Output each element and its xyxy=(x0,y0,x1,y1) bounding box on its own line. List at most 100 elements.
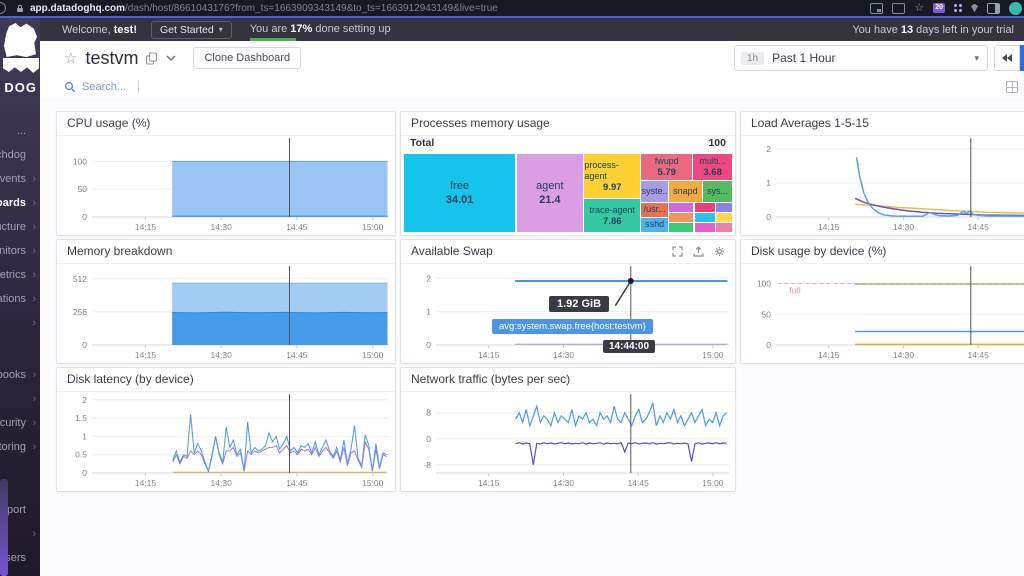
treemap-block-sshd[interactable]: sshd xyxy=(641,217,668,232)
treemap-block-usr[interactable]: /usr... xyxy=(641,202,668,217)
layout-grid-icon[interactable] xyxy=(1006,81,1018,93)
dashboard-grid: CPU usage (%) 0 50 100 14:15 14:30 14:45 15:00… xyxy=(40,98,1024,576)
disk-latency-chart[interactable]: 0 0.5 1 1.5 2 14:15 14:30 14:45 15:00 xyxy=(58,392,394,490)
datadog-logo-icon[interactable] xyxy=(4,23,37,57)
browser-address-bar[interactable]: app.datadoghq.com/dash/host/8661043176?f… xyxy=(0,0,1024,16)
treemap-block-fwupd[interactable]: fwupd 5.79 xyxy=(641,154,692,180)
search-icon xyxy=(64,81,76,93)
pin-extension-icon[interactable] xyxy=(971,3,978,13)
clone-dashboard-button[interactable]: Clone Dashboard xyxy=(193,47,302,69)
load-averages-chart[interactable]: 01214:1514:3014:4515:00 xyxy=(742,136,1024,234)
sidebar-item-metrics[interactable]: Metrics› xyxy=(0,263,40,287)
svg-text:15:00: 15:00 xyxy=(702,478,724,488)
treemap-block[interactable] xyxy=(716,222,732,232)
extension-icon[interactable] xyxy=(954,4,962,12)
network-traffic-chart[interactable]: -8 0 8 14:15 14:30 14:45 15:00 xyxy=(402,392,734,490)
swap-canvas: 0 1 2 14:15 14:30 15:00 xyxy=(426,266,729,360)
gear-icon[interactable] xyxy=(714,246,725,257)
sidebar-item-integrations[interactable]: Integrations› xyxy=(0,287,40,311)
card-network-traffic: Network traffic (bytes per sec) -8 0 8 14:1… xyxy=(400,367,736,492)
export-icon[interactable] xyxy=(693,246,704,257)
pip-icon[interactable] xyxy=(870,2,884,14)
cpu-canvas: 0 50 100 14:15 14:30 14:45 15:00 xyxy=(73,138,389,232)
chevron-right-icon: › xyxy=(32,441,36,453)
sidebar-scrollbar[interactable] xyxy=(0,479,8,576)
url-text[interactable]: app.datadoghq.com/dash/host/8661043176?f… xyxy=(30,3,498,14)
chevron-down-icon[interactable] xyxy=(165,53,177,63)
treemap-block[interactable] xyxy=(694,222,715,232)
sidebar-item-security[interactable]: Security› xyxy=(0,411,40,435)
share-icon[interactable] xyxy=(892,2,906,14)
sidebar-item-apm[interactable]: APM› xyxy=(0,311,40,335)
disk_latency-canvas: 0 0.5 1 1.5 2 14:15 14:30 14:45 15:00 xyxy=(75,394,389,488)
sidebar-item--[interactable]: ... xyxy=(0,119,40,143)
search-input[interactable]: Search... xyxy=(82,81,126,93)
treemap-block-multi[interactable]: multi... 3.68 xyxy=(693,154,732,180)
treemap-block-syste[interactable]: syste.. xyxy=(641,180,668,202)
screen: app.datadoghq.com/dash/host/8661043176?f… xyxy=(0,0,1024,576)
treemap-block[interactable] xyxy=(694,212,715,222)
svg-text:2: 2 xyxy=(766,144,771,154)
time-range-selector[interactable]: 1h Past 1 Hour ▾ xyxy=(734,45,988,71)
bookmark-star-icon[interactable]: ☆ xyxy=(914,3,924,14)
treemap-block-process-agent[interactable]: process-agent 9.97 xyxy=(584,154,641,199)
treemap-block[interactable] xyxy=(669,202,694,213)
treemap-block-sys[interactable]: sys... xyxy=(703,180,732,202)
treemap-block[interactable] xyxy=(694,202,715,213)
treemap-block-trace-agent[interactable]: trace-agent 7.86 xyxy=(584,199,641,232)
chevron-right-icon: › xyxy=(32,197,36,209)
welcome-text: Welcome, test! xyxy=(62,23,137,36)
sidebar-item-notebooks[interactable]: Notebooks› xyxy=(0,363,40,387)
svg-text:0: 0 xyxy=(82,340,87,350)
svg-text:0: 0 xyxy=(766,212,771,222)
treemap-block-snapd[interactable]: snapd xyxy=(669,180,702,202)
treemap-block[interactable] xyxy=(669,222,694,232)
svg-text:8: 8 xyxy=(426,408,431,418)
svg-text:50: 50 xyxy=(78,184,88,194)
memory-breakdown-chart[interactable]: 0 256 512 14:15 14:30 14:45 15:00 xyxy=(58,264,394,362)
adblock-extension-badge[interactable]: 20 xyxy=(933,3,945,13)
card-title: Memory breakdown xyxy=(57,240,395,264)
get-started-button[interactable]: Get Started ▾ xyxy=(151,20,232,39)
svg-text:14:15: 14:15 xyxy=(478,478,500,488)
treemap-block[interactable] xyxy=(716,212,732,222)
side-panel-icon[interactable] xyxy=(987,2,1000,14)
sidebar-item-logs[interactable]: Logs› xyxy=(0,387,40,411)
treemap-block-free[interactable]: free 34.01 xyxy=(404,154,516,232)
main-area: Welcome, test! Get Started ▾ You are 17% … xyxy=(40,18,1024,576)
svg-text:14:15: 14:15 xyxy=(478,350,500,360)
treemap-block[interactable] xyxy=(669,212,694,222)
disk-usage-chart[interactable]: 05010014:1514:3014:4515:00full xyxy=(742,264,1024,362)
network-canvas: -8 0 8 14:15 14:30 14:45 15:00 xyxy=(423,394,729,488)
sidebar-item-ux-monitoring[interactable]: UX Monitoring› xyxy=(0,435,40,459)
reload-icon[interactable] xyxy=(0,2,6,14)
pause-button[interactable] xyxy=(1020,45,1024,71)
card-title: Disk usage by device (%) xyxy=(741,240,1024,264)
svg-text:14:45: 14:45 xyxy=(286,350,308,360)
svg-text:512: 512 xyxy=(73,274,87,284)
favorite-star-icon[interactable]: ☆ xyxy=(64,49,77,67)
search-bar: Search... xyxy=(40,75,1024,99)
metric-query-pill[interactable]: avg:system.swap.free{host:testvm} xyxy=(492,319,653,334)
treemap-block[interactable] xyxy=(716,202,732,213)
svg-text:1: 1 xyxy=(766,178,771,188)
rewind-button[interactable] xyxy=(994,45,1020,71)
available-swap-chart[interactable]: 0 1 2 14:15 14:30 15:00 1.92 GiB avg:system.s… xyxy=(402,264,734,362)
sidebar-item-watchdog[interactable]: Watchdog xyxy=(0,143,40,167)
sidebar-menu: ...WatchdogEvents›Dashboards›Infrastruct… xyxy=(0,119,40,459)
sidebar-item-dashboards[interactable]: Dashboards› xyxy=(0,191,40,215)
setup-progress-text[interactable]: You are 17% done setting up xyxy=(249,23,391,41)
card-processes-memory: Processes memory usage Total 100 free 34.0… xyxy=(400,111,736,236)
profile-avatar[interactable] xyxy=(1009,1,1022,15)
svg-text:15:00: 15:00 xyxy=(362,478,384,488)
sidebar-item-events[interactable]: Events› xyxy=(0,167,40,191)
sidebar-item-infrastructure[interactable]: Infrastructure› xyxy=(0,215,40,239)
treemap-block-agent[interactable]: agent 21.4 xyxy=(516,154,584,232)
copy-icon[interactable] xyxy=(145,52,158,65)
fullscreen-icon[interactable] xyxy=(672,246,683,257)
cpu-usage-chart[interactable]: 0 50 100 14:15 14:30 14:45 15:00 xyxy=(58,136,394,234)
processes-treemap[interactable]: Total 100 free 34.01 agent 21.4 process-agent… xyxy=(402,136,734,234)
svg-text:1: 1 xyxy=(426,307,431,317)
card-title: Disk latency (by device) xyxy=(57,368,395,392)
sidebar-item-monitors[interactable]: Monitors› xyxy=(0,239,40,263)
